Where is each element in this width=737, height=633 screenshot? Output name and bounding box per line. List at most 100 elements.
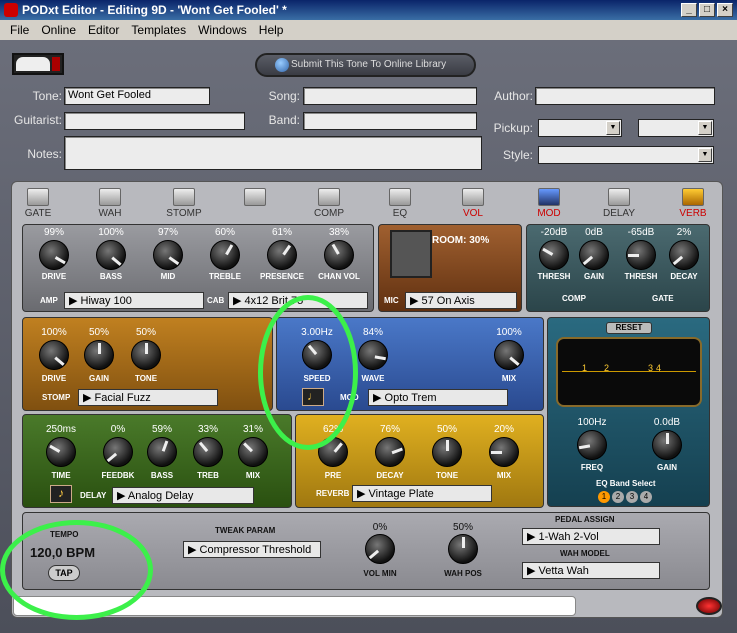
eq-reset-button[interactable]: RESET — [606, 322, 652, 334]
minimize-button[interactable]: _ — [681, 3, 697, 17]
mid-label: MID — [160, 272, 176, 281]
module-stomp-button[interactable]: STOMP — [163, 188, 205, 219]
submit-label: Submit This Tone To Online Library — [291, 59, 447, 70]
menu-templates[interactable]: Templates — [125, 23, 192, 37]
mic-model-select[interactable]: ▶ 57 On Axis — [405, 292, 517, 309]
treble-value: 60% — [214, 227, 235, 238]
eq-point-4[interactable]: 4 — [656, 363, 661, 373]
menu-editor[interactable]: Editor — [82, 23, 125, 37]
presence-knob[interactable] — [267, 240, 297, 270]
delay-time-label: TIME — [51, 471, 71, 480]
vol-min-knob[interactable] — [365, 534, 395, 564]
wah-pos-knob[interactable] — [448, 534, 478, 564]
tweak-param-select[interactable]: ▶ Compressor Threshold — [183, 541, 321, 558]
eq-freq-knob[interactable] — [577, 430, 607, 460]
eq-band-3-button[interactable]: 3 — [626, 491, 638, 503]
stomp-drive-knob[interactable] — [39, 340, 69, 370]
tuner-meter-icon[interactable] — [12, 53, 64, 75]
comp-thresh-knob[interactable] — [539, 240, 569, 270]
author-label: Author: — [494, 89, 533, 103]
mod-wave-knob[interactable] — [358, 340, 388, 370]
module-delay-button[interactable]: DELAY — [601, 188, 637, 219]
delay-mix-knob[interactable] — [238, 437, 268, 467]
pedal-assign-select[interactable]: ▶ 1-Wah 2-Vol — [522, 528, 660, 545]
menu-online[interactable]: Online — [35, 23, 82, 37]
stomp-icon — [173, 188, 195, 206]
eq-band-1-button[interactable]: 1 — [598, 491, 610, 503]
delay-model-select[interactable]: ▶ Analog Delay — [112, 487, 254, 504]
delay-tag: DELAY — [80, 491, 107, 500]
module-wah-button[interactable]: WAH — [92, 188, 128, 219]
eq-band-2-button[interactable]: 2 — [612, 491, 624, 503]
pickup-select-1[interactable]: ▼ — [538, 119, 622, 137]
module-eq-button[interactable]: EQ — [385, 188, 415, 219]
wah-model-select[interactable]: ▶ Vetta Wah — [522, 562, 660, 579]
delay-bass-value: 59% — [151, 424, 172, 435]
gate-tag: GATE — [652, 294, 674, 303]
room-label: ROOM: 30% — [432, 235, 490, 246]
stomp-model-select[interactable]: ▶ Facial Fuzz — [78, 389, 218, 406]
eq-gain-knob[interactable] — [652, 430, 682, 460]
delay-feedbk-knob[interactable] — [103, 437, 133, 467]
mid-knob[interactable] — [153, 240, 183, 270]
module-vol-button[interactable]: VOL — [455, 188, 491, 219]
song-field[interactable] — [303, 87, 477, 105]
pickup-select-2[interactable]: ▼ — [638, 119, 714, 137]
stomp-gain-knob[interactable] — [84, 340, 114, 370]
mod-mix-knob[interactable] — [494, 340, 524, 370]
eq-band-4-button[interactable]: 4 — [640, 491, 652, 503]
gate-thresh-knob[interactable] — [626, 240, 656, 270]
bass-value: 100% — [98, 227, 124, 238]
author-field[interactable] — [535, 87, 715, 105]
maximize-button[interactable]: □ — [699, 3, 715, 17]
chan-vol-knob[interactable] — [324, 240, 354, 270]
comp-gain-knob[interactable] — [579, 240, 609, 270]
module-gate-button[interactable]: GATE — [20, 188, 56, 219]
eq-point-1[interactable]: 1 — [582, 363, 587, 373]
guitarist-field[interactable] — [64, 112, 245, 130]
close-button[interactable]: × — [717, 3, 733, 17]
reverb-tone-knob[interactable] — [432, 437, 462, 467]
delay-time-knob[interactable] — [46, 437, 76, 467]
module-amp-button[interactable] — [240, 188, 270, 208]
reverb-model-select[interactable]: ▶ Vintage Plate — [352, 485, 492, 502]
delay-feedbk-value: 0% — [110, 424, 126, 435]
reverb-mix-knob[interactable] — [489, 437, 519, 467]
notes-field[interactable] — [64, 136, 482, 170]
wah-pos-label: WAH POS — [444, 569, 482, 578]
amp-tag: AMP — [40, 296, 58, 305]
eq-point-2[interactable]: 2 — [604, 363, 609, 373]
wah-icon — [99, 188, 121, 206]
submit-tone-button[interactable]: Submit This Tone To Online Library — [255, 53, 476, 77]
reverb-decay-knob[interactable] — [375, 437, 405, 467]
wah-pos-value: 50% — [452, 522, 473, 533]
mod-icon — [538, 188, 560, 206]
stomp-tone-knob[interactable] — [131, 340, 161, 370]
menu-windows[interactable]: Windows — [192, 23, 253, 37]
module-comp-button[interactable]: COMP — [311, 188, 347, 219]
eq-point-3[interactable]: 3 — [648, 363, 653, 373]
style-select[interactable]: ▼ — [538, 146, 714, 164]
mod-mix-label: MIX — [501, 374, 517, 383]
delay-treb-knob[interactable] — [193, 437, 223, 467]
mod-model-select[interactable]: ▶ Opto Trem — [368, 389, 508, 406]
treble-knob[interactable] — [210, 240, 240, 270]
bass-knob[interactable] — [96, 240, 126, 270]
mod-wave-value: 84% — [362, 327, 383, 338]
drive-knob[interactable] — [39, 240, 69, 270]
pickup-label: Pickup: — [493, 121, 533, 135]
module-verb-button[interactable]: VERB — [675, 188, 711, 219]
delay-tempo-sync-icon[interactable]: ♪ — [50, 485, 72, 503]
eq-gain-label: GAIN — [657, 463, 677, 472]
tone-field[interactable]: Wont Get Fooled — [64, 87, 210, 105]
reverb-pre-label: PRE — [324, 471, 342, 480]
gate-decay-knob[interactable] — [669, 240, 699, 270]
module-mod-button[interactable]: MOD — [531, 188, 567, 219]
delay-bass-knob[interactable] — [147, 437, 177, 467]
band-field[interactable] — [303, 112, 477, 130]
amp-model-select[interactable]: ▶ Hiway 100 — [64, 292, 204, 309]
chevron-down-icon: ▼ — [698, 121, 712, 135]
menu-file[interactable]: File — [4, 23, 35, 37]
menu-help[interactable]: Help — [253, 23, 290, 37]
eq-freq-label: FREQ — [580, 463, 604, 472]
